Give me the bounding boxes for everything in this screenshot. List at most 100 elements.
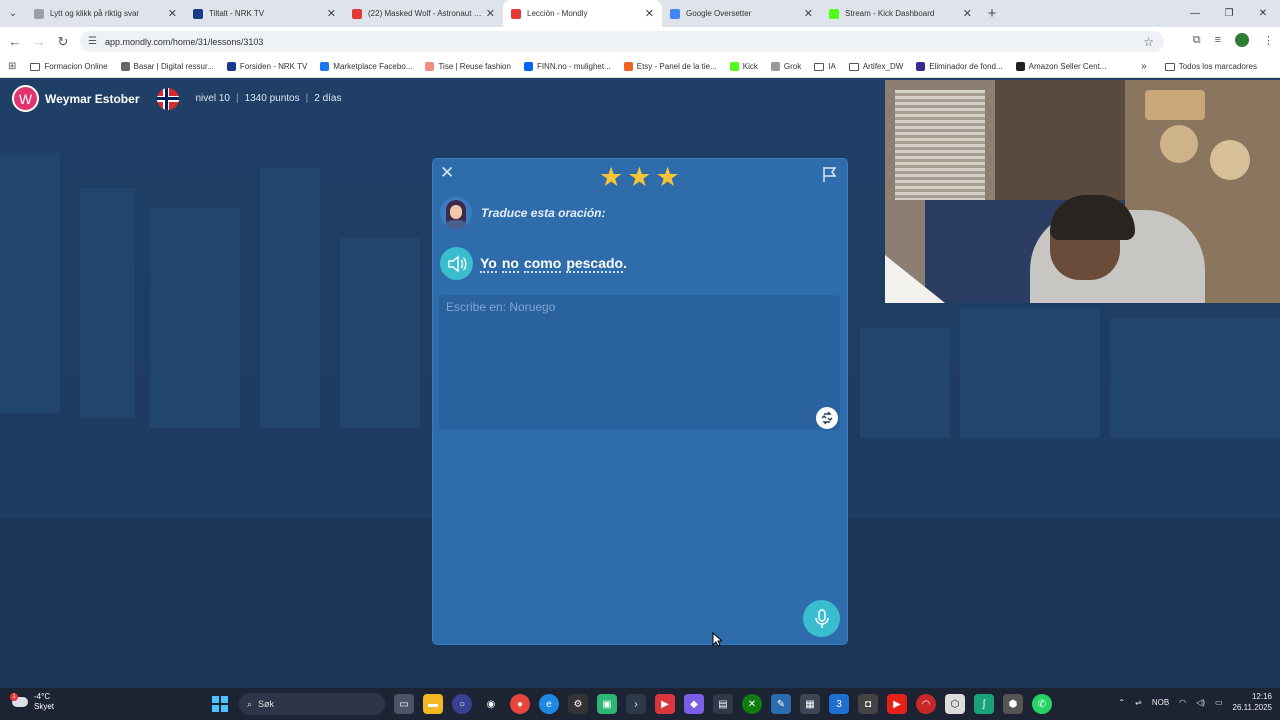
app-green-icon[interactable]: ▣	[597, 694, 617, 714]
norway-flag-icon[interactable]	[157, 87, 180, 110]
tab-5[interactable]: Stream - Kick Dashboard ✕	[821, 0, 980, 27]
sentence-text: Yo no como pescado.	[480, 255, 627, 273]
sentence-word[interactable]: no	[501, 255, 519, 273]
back-arrow-icon[interactable]: ←	[3, 34, 27, 49]
menu-dots-icon[interactable]: ⋮	[1263, 34, 1274, 47]
bookmark-item[interactable]: IA	[814, 62, 836, 71]
bookmark-item[interactable]: Artifex_DW	[848, 62, 903, 71]
app-red-icon[interactable]: ▶	[655, 694, 675, 714]
tab-1[interactable]: Tiltalt - NRK TV ✕	[185, 0, 344, 27]
whatsapp-icon[interactable]: ✆	[1032, 694, 1052, 714]
camera-icon[interactable]: ◘	[858, 694, 878, 714]
tab-close-icon[interactable]: ✕	[168, 7, 177, 20]
wifi-icon[interactable]: ◠	[1179, 698, 1186, 707]
app-gray-hex-icon[interactable]: ⬢	[1003, 694, 1023, 714]
chrome-icon[interactable]: ●	[510, 694, 530, 714]
tab-0[interactable]: Lytt og klikk på riktig svar ✕	[26, 0, 185, 27]
tab-search-icon[interactable]: ⌄	[0, 0, 26, 27]
new-tab-button[interactable]: +	[980, 0, 1004, 27]
speaker-icon[interactable]	[440, 247, 473, 280]
user-avatar[interactable]: W	[12, 85, 39, 112]
tab-close-icon[interactable]: ✕	[804, 7, 813, 20]
bookmark-item[interactable]: Formacion Online	[30, 62, 108, 71]
tray-network-icon[interactable]: ⇌	[1135, 698, 1142, 707]
clock[interactable]: 12:16 26.11.2025	[1233, 691, 1272, 713]
app-3-icon[interactable]: 3	[829, 694, 849, 714]
apps-grid-icon[interactable]: ⊞	[8, 61, 16, 72]
language-indicator[interactable]: NOB	[1152, 698, 1169, 707]
url-bar[interactable]: ☰ app.mondly.com/home/31/lessons/3103 ☆	[80, 31, 1164, 52]
obs-icon[interactable]: ◉	[481, 694, 501, 714]
tab-close-icon[interactable]: ✕	[486, 7, 495, 20]
switch-input-icon[interactable]	[816, 407, 838, 429]
tab-close-icon[interactable]: ✕	[645, 7, 654, 20]
bookmark-item[interactable]: Marketplace Facebo...	[320, 62, 412, 71]
all-bookmarks-label: Todos los marcadores	[1178, 62, 1257, 71]
bookmark-item[interactable]: Grok	[770, 62, 801, 71]
app-blue-icon[interactable]: ✎	[771, 694, 791, 714]
bookmark-item[interactable]: Tise | Reuse fashion	[425, 62, 511, 71]
system-tray: ⌃ ⇌ NOB ◠ ◁) ▭ 12:16 26.11.2025	[1118, 691, 1272, 713]
answer-input[interactable]	[439, 295, 840, 430]
bg-building	[860, 328, 950, 438]
bookmark-star-icon[interactable]: ☆	[1143, 35, 1154, 49]
tab-2[interactable]: (22) Masked Wolf - Astronaut I... ✕	[344, 0, 503, 27]
bookmark-item[interactable]: Etsy - Panel de la tie...	[623, 62, 717, 71]
tab-4[interactable]: Google Oversetter ✕	[662, 0, 821, 27]
user-name[interactable]: Weymar Estober	[45, 92, 139, 106]
windows-start-icon[interactable]	[210, 694, 230, 714]
close-icon[interactable]: ✕	[440, 163, 454, 183]
xbox-icon[interactable]: ✕	[742, 694, 762, 714]
taskbar-search[interactable]: ⌕ Søk	[239, 693, 385, 715]
app-circle-icon[interactable]: ○	[452, 694, 472, 714]
all-bookmarks-folder[interactable]: Todos los marcadores	[1164, 62, 1257, 71]
restore-icon[interactable]: ❐	[1212, 0, 1246, 27]
tab-favicon-icon	[34, 8, 44, 19]
webcam-overlay	[885, 80, 1280, 303]
bookmark-item[interactable]: Kick	[729, 62, 758, 71]
volume-icon[interactable]: ◁)	[1196, 698, 1205, 707]
store-icon[interactable]: ▤	[713, 694, 733, 714]
close-window-icon[interactable]: ✕	[1246, 0, 1280, 27]
profile-avatar[interactable]	[1235, 33, 1249, 47]
bookmark-item[interactable]: Basar | Digital ressur...	[120, 62, 214, 71]
more-bookmarks-icon[interactable]: »	[1141, 61, 1147, 72]
temperature-text: -4°C	[34, 692, 51, 701]
terminal-icon[interactable]: ›	[626, 694, 646, 714]
app-arc-icon[interactable]: ◠	[916, 694, 936, 714]
bookmark-item[interactable]: Forsiden - NRK TV	[226, 62, 307, 71]
battery-icon[interactable]: ▭	[1215, 698, 1223, 707]
bookmark-item[interactable]: Amazon Seller Cent...	[1015, 62, 1106, 71]
app-hex-icon[interactable]: ⬡	[945, 694, 965, 714]
bookmark-item[interactable]: FINN.no - mulighet...	[523, 62, 611, 71]
edge-icon[interactable]: e	[539, 694, 559, 714]
sentence-word[interactable]: Yo	[480, 255, 497, 273]
tab-favicon-icon	[511, 8, 521, 19]
media-icon[interactable]: ≡	[1215, 34, 1221, 46]
extensions-icon[interactable]: ⧉	[1193, 34, 1201, 47]
report-flag-icon[interactable]	[821, 165, 839, 186]
file-explorer-icon[interactable]: ▬	[423, 694, 443, 714]
minimize-icon[interactable]: —	[1178, 0, 1212, 27]
bookmark-label: FINN.no - mulighet...	[536, 62, 611, 71]
tab-3[interactable]: Lección - Mondly ✕	[503, 0, 662, 27]
tray-chevron-icon[interactable]: ⌃	[1118, 698, 1125, 707]
microphone-button[interactable]	[803, 600, 840, 637]
copilot-icon[interactable]: ◆	[684, 694, 704, 714]
sentence-word[interactable]: pescado	[566, 255, 624, 273]
tab-close-icon[interactable]: ✕	[963, 7, 972, 20]
date-text: 26.11.2025	[1232, 703, 1272, 712]
weather-widget[interactable]: 1 -4°C Skyet	[10, 692, 54, 712]
tab-close-icon[interactable]: ✕	[327, 7, 336, 20]
reload-icon[interactable]: ↻	[51, 34, 75, 50]
forward-arrow-icon[interactable]: →	[27, 34, 51, 49]
site-info-icon[interactable]: ☰	[88, 36, 97, 47]
folder-icon	[848, 62, 859, 71]
sentence-word[interactable]: como	[523, 255, 562, 273]
calculator-icon[interactable]: ▦	[800, 694, 820, 714]
task-view-icon[interactable]: ▭	[394, 694, 414, 714]
app-s-icon[interactable]: ʃ	[974, 694, 994, 714]
settings-gear-icon[interactable]: ⚙	[568, 694, 588, 714]
youtube-icon[interactable]: ▶	[887, 694, 907, 714]
bookmark-item[interactable]: Eliminador de fond...	[916, 62, 1003, 71]
